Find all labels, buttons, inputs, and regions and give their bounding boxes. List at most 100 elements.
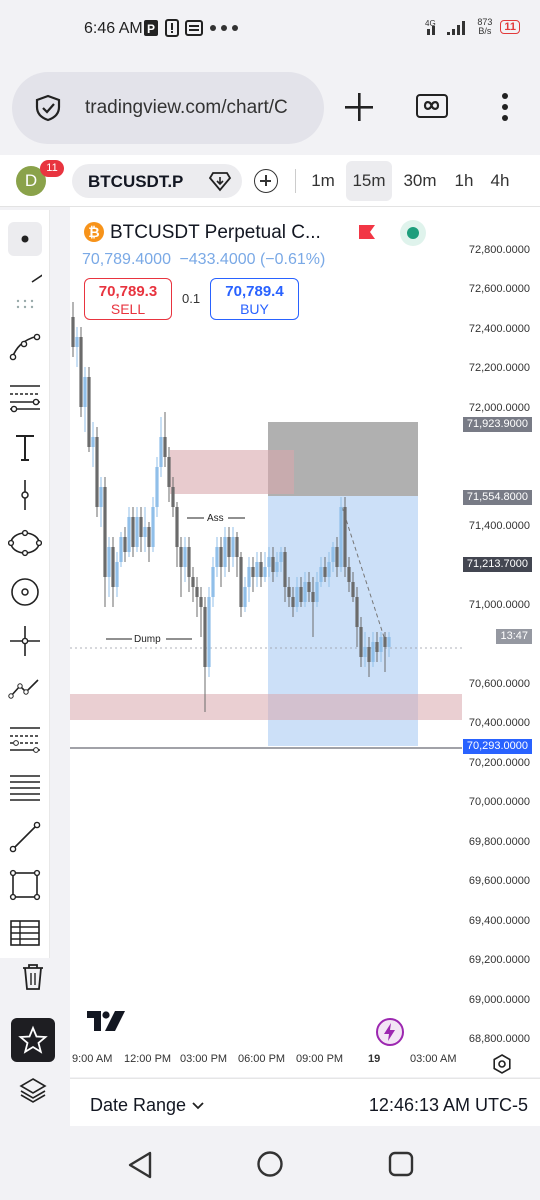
- target-circle-icon[interactable]: [8, 575, 42, 609]
- tabs-infinity-icon[interactable]: [416, 94, 448, 118]
- timeframe-15m[interactable]: 15m: [346, 161, 392, 201]
- market-status-icon[interactable]: [400, 220, 426, 246]
- chart-bottom-bar: Date Range 12:46:13 AM UTC-5: [70, 1078, 540, 1126]
- ellipse-tool-icon[interactable]: [8, 526, 42, 560]
- price-tick-label: 71,400.0000: [468, 520, 530, 533]
- trash-icon[interactable]: [20, 962, 46, 992]
- compare-add-icon[interactable]: [254, 169, 278, 193]
- crosshair-icon[interactable]: [8, 624, 42, 658]
- annotation-dump: Dump: [134, 634, 161, 645]
- candle-body: [175, 507, 179, 547]
- timezone-clock[interactable]: 12:46:13 AM UTC-5: [369, 1095, 528, 1116]
- price-tick-label: 70,600.0000: [468, 677, 530, 690]
- candle-body: [287, 587, 291, 597]
- candle-body: [239, 557, 243, 607]
- price-tag: 71,554.8000: [462, 489, 532, 505]
- chart-pane[interactable]: Dump Ass ₿ BTCUSDT Perpetual C... 70,789.…: [70, 207, 540, 1077]
- time-tick-label: 9:00 AM: [72, 1053, 113, 1065]
- flag-icon[interactable]: [358, 223, 376, 241]
- cursor-dot-tool[interactable]: [8, 222, 42, 256]
- timeframe-30m[interactable]: 30m: [398, 161, 442, 201]
- layers-icon[interactable]: [18, 1075, 48, 1105]
- status-time: 6:46 AM: [84, 20, 143, 37]
- candle-body: [103, 487, 107, 577]
- status-left-icons: P: [143, 19, 239, 37]
- candle-body: [155, 467, 159, 507]
- candle-body: [243, 587, 247, 607]
- rectangle-tool-icon[interactable]: [8, 868, 42, 902]
- buy-button[interactable]: 70,789.4 BUY: [210, 278, 299, 320]
- candle-body: [387, 637, 391, 647]
- candle-body: [215, 547, 219, 567]
- shield-icon[interactable]: [34, 94, 62, 122]
- candle-body: [339, 507, 343, 567]
- price-tag: 70,293.0000: [462, 738, 532, 754]
- fib-retracement-icon[interactable]: [8, 380, 42, 414]
- timeframe-1h[interactable]: 1h: [448, 161, 480, 201]
- candle-body: [307, 582, 311, 592]
- new-tab-icon[interactable]: [342, 90, 376, 124]
- timeframe-4h[interactable]: 4h: [484, 161, 516, 201]
- symbol-search-button[interactable]: BTCUSDT.P: [72, 164, 242, 198]
- menu-kebab-icon[interactable]: [500, 92, 510, 122]
- drag-handle-icon[interactable]: [8, 295, 42, 329]
- address-bar[interactable]: tradingview.com/chart/C: [12, 72, 324, 144]
- candle-body: [131, 517, 135, 547]
- legend-change: −433.4000: [179, 251, 256, 268]
- candle-body: [191, 577, 195, 587]
- drawing-toolbar: [0, 210, 50, 958]
- crosshair-point-icon[interactable]: [8, 478, 42, 512]
- home-icon[interactable]: [256, 1150, 284, 1178]
- price-tick-label: 69,800.0000: [468, 835, 530, 848]
- settings-gear-icon[interactable]: [492, 1054, 512, 1074]
- candle-body: [367, 647, 371, 662]
- demand-zone: [70, 694, 462, 720]
- candle-body: [255, 562, 259, 577]
- price-tick-label: 69,200.0000: [468, 954, 530, 967]
- url-text[interactable]: tradingview.com/chart/C: [85, 97, 288, 119]
- price-tag: 71,213.7000: [462, 556, 532, 572]
- flash-icon[interactable]: [376, 1018, 404, 1046]
- table-icon[interactable]: [8, 916, 42, 950]
- more-dots-icon: [210, 25, 238, 31]
- candle-body: [95, 437, 99, 507]
- time-tick-label: 06:00 PM: [238, 1053, 286, 1065]
- candle-body: [299, 587, 303, 602]
- price-tick-label: 71,000.0000: [468, 599, 530, 612]
- horizontal-lines-icon[interactable]: [8, 770, 42, 804]
- time-tick-label: 19: [368, 1053, 381, 1065]
- text-tool-icon[interactable]: [8, 430, 42, 464]
- candle-body: [135, 517, 139, 547]
- timeframe-1m[interactable]: 1m: [306, 161, 340, 201]
- price-tick-label: 69,000.0000: [468, 993, 530, 1006]
- fib-channel-icon[interactable]: [8, 722, 42, 756]
- annotation-ass: Ass: [207, 513, 224, 524]
- line-segment-icon[interactable]: [8, 820, 42, 854]
- curve-tool-icon[interactable]: [8, 330, 42, 364]
- diamond-icon[interactable]: [208, 170, 232, 192]
- chevron-down-icon: [192, 1102, 204, 1110]
- recents-icon[interactable]: [388, 1151, 414, 1177]
- chart-toolbar: D 11 BTCUSDT.P 1m 15m 30m 1h 4h: [0, 155, 540, 207]
- candle-body: [179, 547, 183, 567]
- candle-body: [159, 437, 163, 467]
- network-speed: 873 B/s: [477, 17, 493, 36]
- candle-body: [79, 337, 83, 407]
- price-tick-label: 70,000.0000: [468, 796, 530, 809]
- tradingview-logo-icon: [87, 1011, 125, 1031]
- candle-body: [231, 537, 235, 557]
- time-tick-label: 12:00 PM: [124, 1053, 172, 1065]
- back-icon[interactable]: [126, 1150, 154, 1180]
- sell-button[interactable]: 70,789.3 SELL: [84, 278, 172, 320]
- status-right: 4G 873 B/s 11: [425, 18, 520, 36]
- price-tick-label: 72,200.0000: [468, 362, 530, 375]
- bitcoin-icon: ₿: [84, 222, 104, 242]
- legend-title[interactable]: BTCUSDT Perpetual C...: [110, 222, 321, 244]
- favorites-star-button[interactable]: [11, 1018, 55, 1062]
- xabcd-pattern-icon[interactable]: [8, 672, 42, 706]
- price-chart[interactable]: Dump Ass: [70, 207, 540, 1077]
- price-tag: 13:47: [496, 628, 532, 644]
- candle-body: [295, 587, 299, 607]
- date-range-button[interactable]: Date Range: [90, 1095, 205, 1116]
- candle-body: [375, 642, 379, 652]
